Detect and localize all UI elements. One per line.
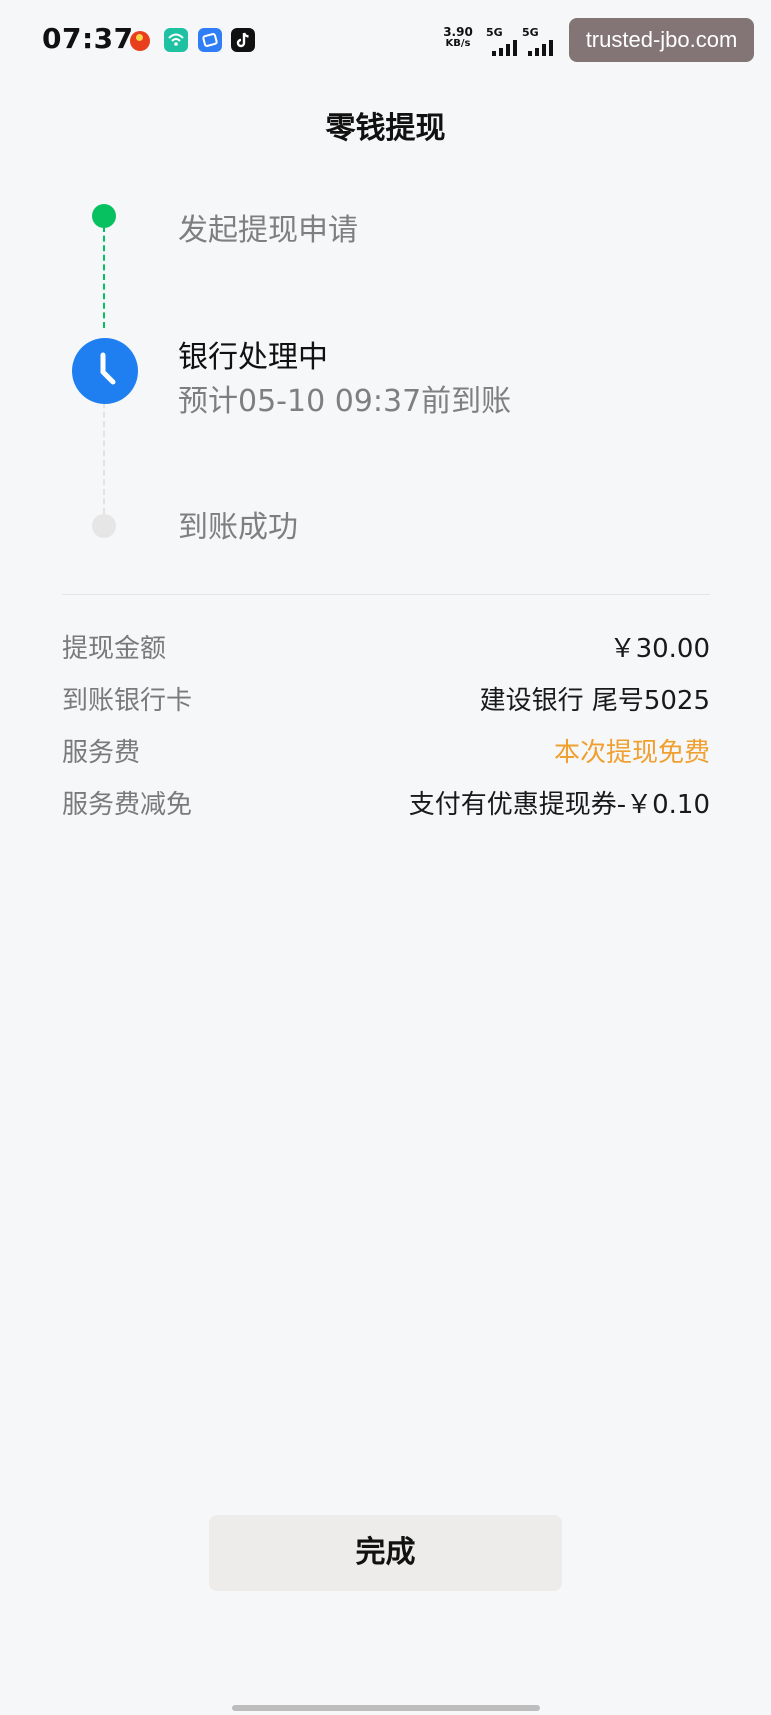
- clock-icon: [72, 338, 138, 404]
- progress-connector-pending: [103, 402, 105, 514]
- signal-label-2: 5G: [522, 26, 539, 39]
- detail-value-fee-discount: 支付有优惠提现券-￥0.10: [408, 790, 710, 820]
- detail-row-bank-card: 到账银行卡 建设银行 尾号5025: [62, 680, 710, 720]
- detail-value-service-fee: 本次提现免费: [553, 738, 710, 768]
- progress-connector-done: [103, 226, 105, 328]
- detail-row-amount: 提现金额 ￥30.00: [62, 628, 710, 668]
- detail-row-service-fee: 服务费 本次提现免费: [62, 732, 710, 772]
- page-title: 零钱提现: [325, 111, 446, 146]
- detail-label: 提现金额: [62, 634, 167, 664]
- step-label-submit: 发起提现申请: [178, 213, 358, 248]
- watermark-overlay: trusted-jbo.com: [569, 18, 754, 62]
- status-time: 07:37: [42, 22, 134, 55]
- divider: [62, 594, 710, 595]
- step-label-arrived: 到账成功: [178, 510, 298, 545]
- network-speed-unit: KB/s: [445, 38, 471, 49]
- detail-row-fee-discount: 服务费减免 支付有优惠提现券-￥0.10: [62, 784, 710, 824]
- cellular-signal-icon: 5G: [486, 26, 522, 56]
- detail-label: 到账银行卡: [62, 686, 193, 716]
- signal-label: 5G: [486, 26, 503, 39]
- cellular-signal-icon-2: 5G: [522, 26, 558, 56]
- done-button[interactable]: 完成: [209, 1515, 562, 1591]
- weibo-icon: [130, 31, 150, 51]
- detail-label: 服务费: [62, 738, 141, 768]
- detail-value-amount: ￥30.00: [609, 634, 710, 664]
- wifi-helper-icon: [164, 28, 188, 52]
- network-speed-value: 3.90: [443, 25, 473, 39]
- home-indicator[interactable]: [232, 1705, 540, 1711]
- step-done-dot: [92, 204, 116, 228]
- step-pending-dot: [92, 514, 116, 538]
- step-eta: 预计05-10 09:37前到账: [178, 384, 512, 419]
- detail-value-bank-card: 建设银行 尾号5025: [479, 686, 710, 716]
- browser-icon: [198, 28, 222, 52]
- tiktok-icon: [231, 28, 255, 52]
- network-speed: 3.90 KB/s: [440, 26, 476, 50]
- detail-label: 服务费减免: [62, 790, 193, 820]
- step-label-processing: 银行处理中: [178, 340, 328, 375]
